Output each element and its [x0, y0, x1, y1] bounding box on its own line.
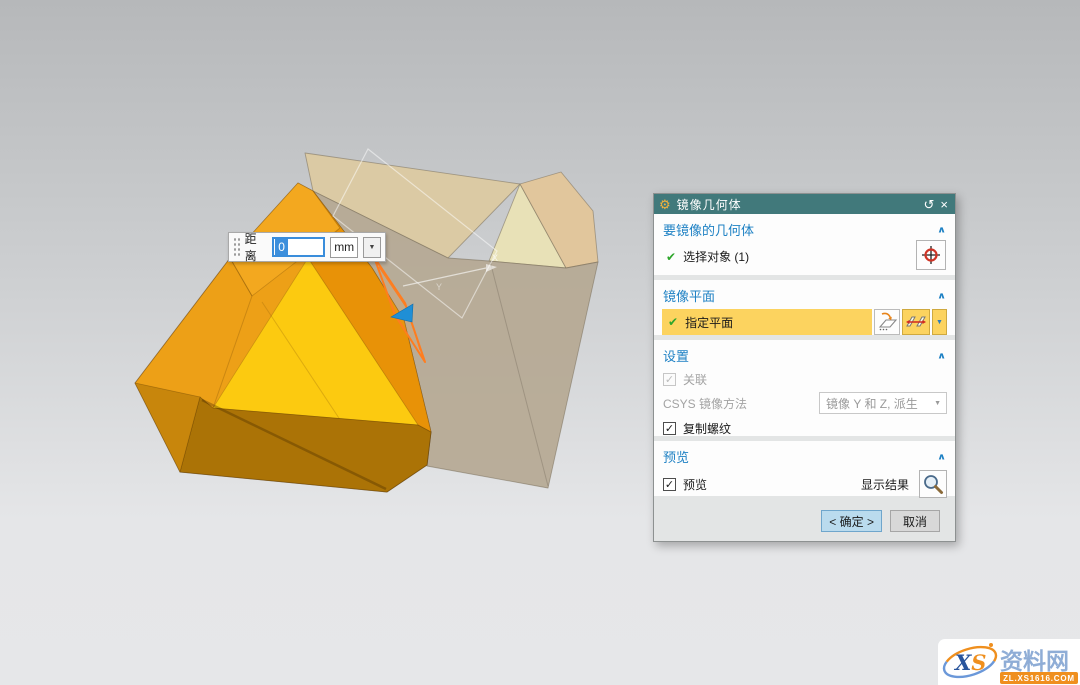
crosshair-target-icon — [919, 243, 943, 267]
section-title: 要镜像的几何体 — [663, 220, 754, 239]
distance-label: 距离 — [245, 230, 268, 264]
collapse-chevron-icon[interactable]: ∧ — [937, 451, 946, 461]
section-preview: 预览 ∧ ✓ 预览 显示结果 — [654, 441, 955, 496]
associative-label: 关联 — [683, 371, 707, 388]
specify-plane-label: 指定平面 — [685, 314, 733, 331]
section-title: 镜像平面 — [663, 286, 715, 305]
select-object-label: 选择对象 (1) — [683, 248, 749, 265]
mirror-plane-option-button[interactable] — [902, 309, 930, 335]
associative-row: ✓ 关联 — [662, 370, 947, 389]
copy-thread-label: 复制螺纹 — [683, 420, 731, 437]
logo-text: XS — [953, 650, 986, 675]
associative-checkbox: ✓ — [663, 373, 676, 386]
check-icon: ✔ — [666, 250, 676, 264]
plane-options-dropdown[interactable]: ▼ — [932, 309, 947, 335]
distance-input-popup: 距离 0 mm ▼ — [228, 232, 386, 262]
application-canvas: X Y 距离 0 mm ▼ ⚙ 镜像几何体 ↺ × 要镜像的几何体 ∧ — [0, 0, 1080, 685]
logo-dot — [989, 643, 993, 647]
watermark-site-name: 资料网 — [1000, 648, 1069, 674]
section-header-settings[interactable]: 设置 ∧ — [662, 342, 947, 367]
distance-unit-field[interactable]: mm — [330, 237, 358, 258]
distance-input[interactable]: 0 — [272, 237, 325, 257]
section-mirror-plane: 镜像平面 ∧ ✔ 指定平面 — [654, 280, 955, 335]
magnifier-icon — [922, 473, 944, 495]
section-mirror-geometry: 要镜像的几何体 ∧ ✔ 选择对象 (1) — [654, 214, 955, 275]
close-button[interactable]: × — [940, 198, 948, 211]
show-result-label: 显示结果 — [861, 476, 909, 493]
dialog-title: 镜像几何体 — [677, 196, 918, 213]
section-settings: 设置 ∧ ✓ 关联 CSYS 镜像方法 镜像 Y 和 Z, 派生 ▼ ✓ — [654, 340, 955, 436]
chevron-down-icon: ▼ — [936, 319, 943, 326]
distance-unit-dropdown[interactable]: ▼ — [363, 237, 381, 258]
checkmark-icon: ✓ — [665, 373, 674, 386]
specify-plane-field[interactable]: ✔ 指定平面 — [662, 309, 872, 335]
dialog-footer: < 确定 > 取消 — [654, 501, 955, 541]
collapse-chevron-icon[interactable]: ∧ — [937, 224, 946, 234]
csys-method-label: CSYS 镜像方法 — [663, 395, 747, 412]
chevron-down-icon: ▼ — [369, 244, 376, 251]
checkmark-icon: ✓ — [665, 478, 674, 491]
preview-row: ✓ 预览 显示结果 — [662, 469, 947, 499]
check-icon: ✔ — [668, 315, 678, 329]
mirror-plane-icon — [905, 311, 927, 333]
mirror-geometry-dialog: ⚙ 镜像几何体 ↺ × 要镜像的几何体 ∧ ✔ 选择对象 (1) — [653, 193, 956, 542]
ok-button[interactable]: < 确定 > — [821, 510, 882, 532]
collapse-chevron-icon[interactable]: ∧ — [937, 290, 946, 300]
dialog-titlebar[interactable]: ⚙ 镜像几何体 ↺ × — [654, 194, 955, 214]
section-header-preview[interactable]: 预览 ∧ — [662, 443, 947, 468]
section-header-mirror-geometry[interactable]: 要镜像的几何体 ∧ — [662, 216, 947, 241]
copy-thread-checkbox[interactable]: ✓ — [663, 422, 676, 435]
plane-dialog-icon — [876, 311, 898, 333]
axis-x-label: X — [492, 253, 498, 263]
preview-checkbox[interactable]: ✓ — [663, 478, 676, 491]
gear-icon: ⚙ — [659, 198, 671, 211]
show-result-button[interactable] — [919, 470, 947, 498]
reset-button[interactable]: ↺ — [924, 198, 935, 211]
specify-plane-row: ✔ 指定平面 — [662, 309, 947, 335]
drag-handle-icon[interactable] — [232, 236, 240, 258]
plane-dialog-button[interactable] — [874, 309, 900, 335]
chevron-down-icon: ▼ — [934, 400, 941, 407]
section-title: 设置 — [663, 346, 689, 365]
select-object-row[interactable]: ✔ 选择对象 (1) — [662, 248, 947, 265]
checkmark-icon: ✓ — [665, 422, 674, 435]
section-header-mirror-plane[interactable]: 镜像平面 ∧ — [662, 282, 947, 307]
watermark-site-url: ZL.XS1616.COM — [1003, 674, 1075, 683]
axis-y-label: Y — [436, 282, 442, 292]
copy-thread-row: ✓ 复制螺纹 — [662, 418, 947, 438]
distance-value: 0 — [275, 239, 288, 255]
section-title: 预览 — [663, 447, 689, 466]
preview-label: 预览 — [683, 476, 707, 493]
point-dialog-button[interactable] — [916, 240, 946, 270]
csys-method-value: 镜像 Y 和 Z, 派生 — [826, 395, 918, 412]
collapse-chevron-icon[interactable]: ∧ — [937, 350, 946, 360]
csys-method-select[interactable]: 镜像 Y 和 Z, 派生 ▼ — [819, 392, 947, 414]
csys-method-row: CSYS 镜像方法 镜像 Y 和 Z, 派生 ▼ — [662, 390, 947, 416]
watermark: XS 资料网 ZL.XS1616.COM — [938, 639, 1080, 685]
cancel-button[interactable]: 取消 — [890, 510, 940, 532]
